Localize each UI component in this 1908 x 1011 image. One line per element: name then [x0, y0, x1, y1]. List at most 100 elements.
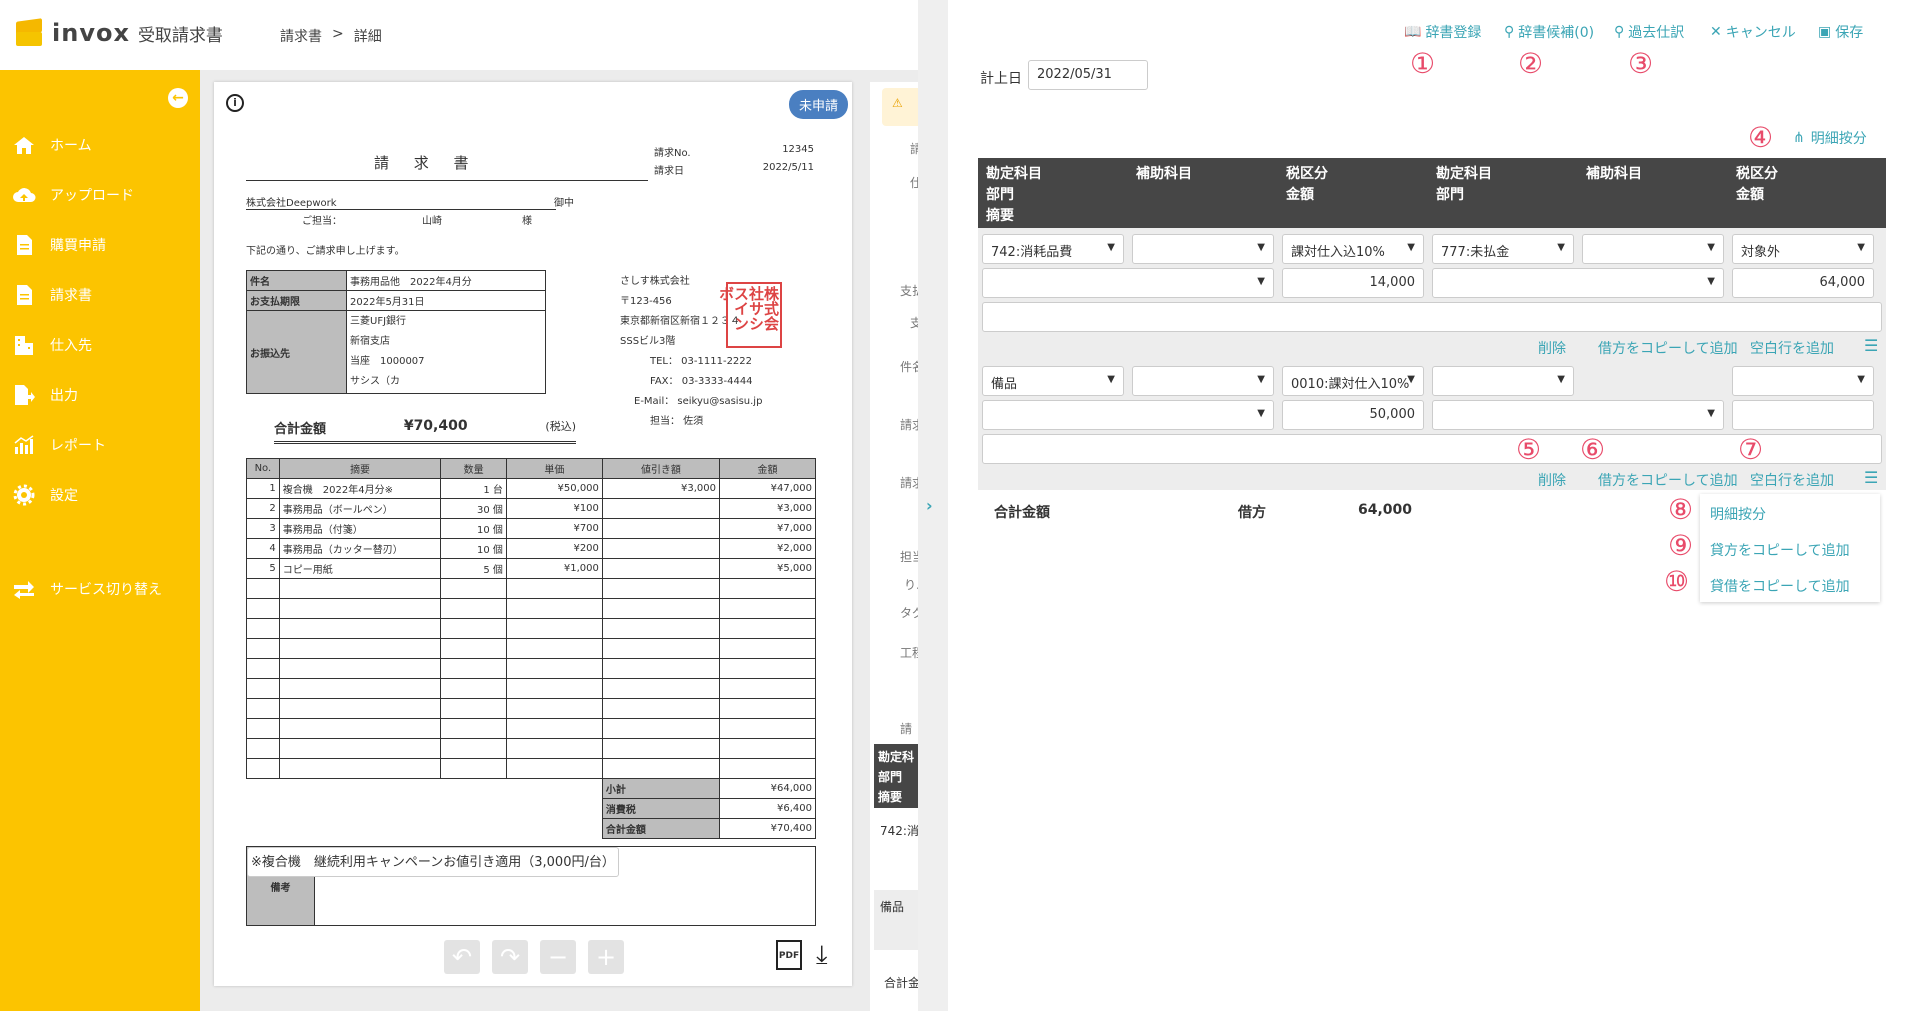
sidebar-item-purchase-request[interactable]: 購買申請: [12, 234, 106, 256]
building-icon: [12, 334, 36, 356]
issuer-tel: TEL： 03-1111-2222: [650, 356, 753, 367]
caret-down-icon: ▼: [1257, 242, 1265, 253]
delete-row-link[interactable]: 削除: [1538, 470, 1566, 490]
menu-item-copy-both[interactable]: 貸借をコピーして追加: [1710, 576, 1850, 596]
caret-down-icon: ▼: [1257, 408, 1265, 419]
logo-text: invox: [52, 19, 130, 47]
dictionary-register-button[interactable]: 📖 辞書登録: [1404, 22, 1481, 42]
credit-account-select[interactable]: 777:未払金 ▼: [1432, 234, 1574, 264]
sidebar-item-switch-service[interactable]: サービス切り替え: [12, 578, 162, 600]
cancel-button[interactable]: ✕ キャンセル: [1710, 22, 1796, 42]
document-icon: [12, 234, 36, 256]
sidebar-item-label: 設定: [50, 488, 78, 504]
menu-item-split-detail[interactable]: 明細按分: [1710, 504, 1766, 524]
menu-item-copy-credit[interactable]: 貸方をコピーして追加: [1710, 540, 1850, 560]
add-blank-row-link[interactable]: 空白行を追加: [1750, 338, 1834, 358]
sidebar-item-upload[interactable]: アップロード: [12, 184, 134, 206]
info-icon[interactable]: i: [226, 94, 244, 112]
debit-amount-input[interactable]: 14,000: [1282, 268, 1424, 298]
caret-down-icon: ▼: [1857, 242, 1865, 253]
marker-3: ③: [1628, 47, 1654, 80]
document-toolbar: ↶ ↷ − +: [444, 940, 624, 974]
debit-tax-select[interactable]: 課対仕入込10% ▼: [1282, 234, 1424, 264]
save-button[interactable]: ▣ 保存: [1818, 22, 1863, 42]
remarks-box: 備考 ※複合機 継続利用キャンペーンお値引き適用（3,000円/台）: [246, 846, 816, 926]
search-icon: ⚲: [1614, 24, 1625, 40]
sidebar-item-suppliers[interactable]: 仕入先: [12, 334, 92, 356]
sidebar-item-invoices[interactable]: 請求書: [12, 284, 92, 306]
credit-amount-input[interactable]: [1732, 400, 1874, 430]
credit-tax-select[interactable]: 対象外 ▼: [1732, 234, 1874, 264]
copy-debit-link[interactable]: 借方をコピーして追加: [1598, 470, 1738, 490]
dictionary-candidates-button[interactable]: ⚲ 辞書候補(0): [1504, 22, 1594, 42]
summary-row: 合計金額 ¥70,400: [247, 818, 817, 839]
debit-sub-select[interactable]: ▼: [1132, 366, 1274, 396]
debit-amount-input[interactable]: 50,000: [1282, 400, 1424, 430]
sidebar-item-reports[interactable]: レポート: [12, 434, 106, 456]
title-underline: [246, 180, 648, 181]
sidebar: ← ホーム アップロード 購買申請 請求書 仕入先 出力 レポート 設定 サービ…: [0, 70, 200, 1011]
delete-row-link[interactable]: 削除: [1538, 338, 1566, 358]
remarks-text: ※複合機 継続利用キャンペーンお値引き適用（3,000円/台）: [247, 847, 619, 877]
marker-10: ⑩: [1664, 565, 1690, 598]
split-detail-button[interactable]: ⋔ 明細按分: [1793, 128, 1867, 148]
chevron-right-icon[interactable]: ›: [926, 496, 933, 515]
caret-down-icon: ▼: [1107, 374, 1115, 385]
marker-4: ④: [1748, 121, 1774, 154]
contact-suffix: 様: [522, 216, 532, 227]
summary-input[interactable]: [982, 302, 1882, 332]
invoice-document: i 未申請 請 求 書 請求No. 12345 請求日 2022/5/11 株式会社…: [214, 82, 852, 986]
invoice-number: 請求No. 12345: [654, 144, 814, 159]
credit-dept-select[interactable]: ▼: [1432, 400, 1724, 430]
debit-sub-select[interactable]: ▼: [1132, 234, 1274, 264]
posting-date-input[interactable]: 2022/05/31: [1028, 60, 1148, 90]
download-icon[interactable]: ⤓: [816, 940, 828, 971]
breadcrumb-invoices[interactable]: 請求書: [280, 26, 322, 46]
menu-icon[interactable]: ☰: [1864, 468, 1878, 487]
sidebar-item-label: 購買申請: [50, 238, 106, 254]
credit-account-select[interactable]: ▼: [1432, 366, 1574, 396]
breadcrumb: 請求書 > 詳細: [280, 26, 382, 46]
sidebar-item-export[interactable]: 出力: [12, 384, 78, 406]
table-row: [246, 578, 817, 599]
totals-value: 64,000: [1358, 502, 1413, 518]
invoice-info-table: 件名 事務用品他 2022年4月分 お支払期限 2022年5月31日 お振込先 三菱…: [246, 270, 546, 394]
contact-name: 山崎: [422, 216, 442, 227]
debit-tax-select[interactable]: 0010:課対仕入10% ▼: [1282, 366, 1424, 396]
add-blank-row-link[interactable]: 空白行を追加: [1750, 470, 1834, 490]
past-entries-button[interactable]: ⚲ 過去仕訳: [1614, 22, 1684, 42]
issuer-name: さしす株式会社: [620, 276, 690, 287]
mid-text: 742:消: [880, 824, 918, 838]
credit-tax-select[interactable]: ▼: [1732, 366, 1874, 396]
table-row: 3 事務用品（付箋） 10 個 ¥700 ¥7,000: [246, 518, 817, 539]
invoice-title: 請 求 書: [374, 154, 479, 172]
logo-subtitle: 受取請求書: [137, 25, 223, 46]
marker-7: ⑦: [1738, 433, 1764, 466]
redo-icon[interactable]: ↷: [492, 940, 528, 974]
caret-down-icon: ▼: [1257, 276, 1265, 287]
mid-text: 支: [910, 316, 918, 330]
book-icon: 📖: [1404, 24, 1422, 40]
sidebar-item-home[interactable]: ホーム: [12, 134, 92, 156]
credit-dept-select[interactable]: ▼: [1432, 268, 1724, 298]
credit-sub-select[interactable]: ▼: [1582, 234, 1724, 264]
logo[interactable]: invox 受取請求書: [14, 18, 223, 48]
debit-account-select[interactable]: 備品 ▼: [982, 366, 1124, 396]
zoom-in-icon[interactable]: +: [588, 940, 624, 974]
menu-icon[interactable]: ☰: [1864, 336, 1878, 355]
copy-debit-link[interactable]: 借方をコピーして追加: [1598, 338, 1738, 358]
debit-dept-select[interactable]: ▼: [982, 400, 1274, 430]
credit-amount-input[interactable]: 64,000: [1732, 268, 1874, 298]
debit-account-select[interactable]: 742:消耗品費 ▼: [982, 234, 1124, 264]
sidebar-item-label: 仕入先: [50, 338, 92, 354]
undo-icon[interactable]: ↶: [444, 940, 480, 974]
panel-divider[interactable]: ›: [918, 0, 948, 1011]
mid-text: 備品: [880, 900, 905, 914]
logo-box-icon: [14, 18, 44, 48]
pdf-icon[interactable]: PDF: [776, 940, 802, 970]
sidebar-item-label: サービス切り替え: [50, 582, 162, 598]
arrow-left-circle-icon[interactable]: ←: [168, 88, 188, 108]
debit-dept-select[interactable]: ▼: [982, 268, 1274, 298]
zoom-out-icon[interactable]: −: [540, 940, 576, 974]
sidebar-item-settings[interactable]: 設定: [12, 484, 78, 506]
